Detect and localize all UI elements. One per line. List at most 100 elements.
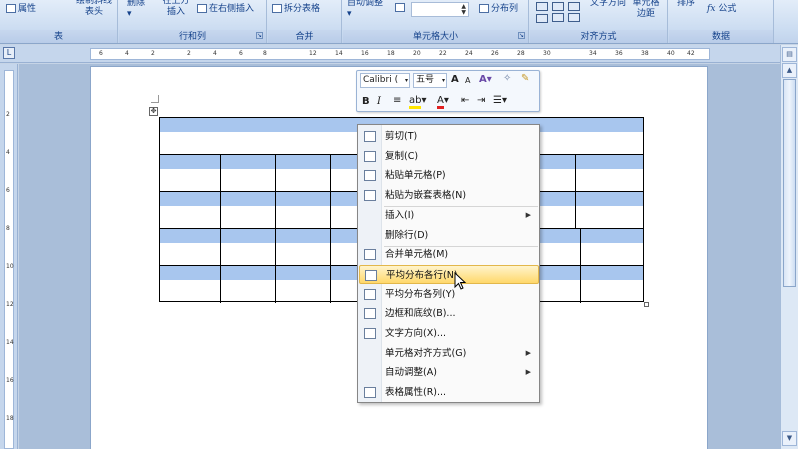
vertical-scrollbar[interactable]: ▤ ▲ ▼ <box>780 45 798 449</box>
draw-diagonal-header-button[interactable]: 绘制斜线表头 <box>74 0 114 18</box>
autofit-button[interactable]: 自动调整 ▾ <box>347 0 383 20</box>
dialog-launcher-icon[interactable]: ↘ <box>518 32 525 39</box>
center-align-icon[interactable]: ≡ <box>393 94 401 108</box>
vertical-ruler-tick-label: 6 <box>6 187 10 194</box>
vertical-ruler-tick-label: 16 <box>6 377 14 384</box>
font-color-button[interactable]: A▾ <box>437 94 449 109</box>
menu-item[interactable]: 剪切(T) <box>359 127 539 146</box>
table-cell-border <box>330 155 331 192</box>
paste-nested-icon <box>364 190 376 202</box>
vertical-ruler-tick-label: 18 <box>6 415 14 422</box>
align-top-center-icon[interactable] <box>552 2 564 11</box>
split-table-button[interactable]: 拆分表格 <box>272 4 320 15</box>
ribbon-group-rows-cols: 删除 ▾ 在上方插入 在右侧插入 行和列 ↘ <box>119 0 267 43</box>
menu-item[interactable]: 自动调整(A) ▶ <box>359 363 539 382</box>
sort-button[interactable]: 排序 <box>677 0 695 9</box>
scrollbar-thumb[interactable] <box>783 79 796 287</box>
ribbon-group-label: 行和列 <box>119 30 266 43</box>
row-height-input[interactable]: ▲ ▼ <box>411 2 469 17</box>
increase-indent-icon[interactable]: ⇥ <box>477 94 485 108</box>
ribbon-group-alignment: 文字方向 单元格边距 对齐方式 <box>530 0 668 43</box>
font-name-select[interactable]: Calibri (▾ <box>360 73 410 88</box>
decrease-indent-icon[interactable]: ⇤ <box>461 94 469 108</box>
align-middle-right-icon[interactable] <box>568 13 580 22</box>
table-move-handle-icon[interactable]: ✥ <box>149 107 158 116</box>
menu-item[interactable]: 粘贴为嵌套表格(N) <box>359 186 539 205</box>
table-cell-border <box>275 229 276 266</box>
vertical-ruler-tick-label: 14 <box>6 339 14 346</box>
ruler-track[interactable]: 6422468121416182022242628303436384042444… <box>90 48 710 60</box>
ruler-tick-label: 2 <box>187 50 191 57</box>
italic-button[interactable]: I <box>377 95 381 109</box>
menu-item[interactable]: 粘贴单元格(P) <box>359 166 539 185</box>
ruler-toggle-icon[interactable]: ▤ <box>782 47 797 62</box>
tab-selector-icon[interactable]: L <box>3 47 15 59</box>
paste-icon <box>364 170 376 182</box>
menu-item[interactable]: 平均分布各行(N) <box>359 264 539 284</box>
menu-item[interactable]: 平均分布各列(Y) <box>359 285 539 304</box>
vertical-ruler: 2468101214161820 <box>0 64 18 449</box>
ruler-tick-label: 12 <box>309 50 317 57</box>
scroll-up-icon[interactable]: ▲ <box>782 63 797 78</box>
dialog-launcher-icon[interactable]: ↘ <box>256 32 263 39</box>
vertical-ruler-tick-label: 12 <box>6 301 14 308</box>
ruler-tick-label: 18 <box>387 50 395 57</box>
table-cell-border <box>220 155 221 192</box>
insert-above-button[interactable]: 在上方插入 <box>161 0 191 18</box>
shrink-font-button[interactable]: A <box>465 74 470 88</box>
table-cell-border <box>220 229 221 266</box>
bold-button[interactable]: B <box>362 95 370 109</box>
cell-margins-button[interactable]: 单元格边距 <box>630 0 662 20</box>
table-cell-border <box>275 192 276 229</box>
font-size-select[interactable]: 五号 ▾ <box>413 73 447 88</box>
menu-item[interactable]: 表格属性(R)... <box>359 383 539 402</box>
ribbon-group-label: 数据 <box>669 30 773 43</box>
formula-button[interactable]: fx 公式 <box>707 4 736 15</box>
text-effects-button[interactable]: A▾ <box>479 73 492 87</box>
split-table-icon <box>272 4 282 13</box>
scissors-icon <box>364 131 376 142</box>
format-painter-icon[interactable]: ✧ <box>503 72 511 86</box>
menu-item[interactable]: 边框和底纹(B)... <box>359 304 539 323</box>
brush-icon[interactable]: ✎ <box>521 72 529 86</box>
align-middle-icon[interactable] <box>536 14 548 23</box>
menu-item-label: 单元格对齐方式(G) <box>385 347 467 359</box>
menu-item[interactable]: 删除行(D) <box>359 226 539 245</box>
distribute-columns-button[interactable]: 分布列 <box>479 4 518 15</box>
highlight-icon[interactable]: ab▾ <box>409 94 427 109</box>
menu-item[interactable]: 插入(I) ▶ <box>359 206 539 225</box>
menu-item[interactable]: 合并单元格(M) <box>359 245 539 264</box>
insert-right-button[interactable]: 在右侧插入 <box>197 4 254 15</box>
submenu-arrow-icon: ▶ <box>525 348 531 357</box>
properties-button[interactable]: 属性 <box>6 4 36 15</box>
align-center-icon[interactable] <box>552 13 564 22</box>
menu-item[interactable]: 单元格对齐方式(G) ▶ <box>359 344 539 363</box>
bullets-icon[interactable]: ☰▾ <box>493 94 507 108</box>
menu-item-label: 复制(C) <box>385 150 419 162</box>
menu-item[interactable]: 文字方向(X)... <box>359 324 539 343</box>
ribbon-group-label: 单元格大小 <box>343 30 528 43</box>
ruler-tick-label: 16 <box>361 50 369 57</box>
delete-button[interactable]: 删除 ▾ <box>127 0 145 20</box>
mouse-pointer-icon <box>454 272 467 290</box>
menu-item-label: 文字方向(X)... <box>385 328 446 339</box>
menu-item[interactable]: 复制(C) <box>359 147 539 166</box>
ribbon-group-table: 属性 绘制斜线表头 表 <box>0 0 118 43</box>
scroll-down-icon[interactable]: ▼ <box>782 431 797 446</box>
ruler-tick-label: 36 <box>615 50 623 57</box>
ruler-tick-label: 34 <box>589 50 597 57</box>
ribbon-group-label: 对齐方式 <box>530 30 667 43</box>
table-cell-border <box>330 266 331 303</box>
vertical-ruler-track[interactable]: 2468101214161820 <box>4 70 14 449</box>
ruler-tick-label: 26 <box>491 50 499 57</box>
text-direction-button[interactable]: 文字方向 <box>590 0 626 9</box>
menu-item-label: 粘贴为嵌套表格(N) <box>385 190 467 202</box>
align-top-right-icon[interactable] <box>568 2 580 11</box>
insert-right-icon <box>197 4 207 13</box>
distribute-columns-icon <box>479 4 489 13</box>
table-resize-handle[interactable] <box>644 302 649 307</box>
menu-item-label: 粘贴单元格(P) <box>385 170 446 182</box>
grow-font-button[interactable]: A <box>451 73 459 87</box>
align-top-icon[interactable] <box>536 2 548 11</box>
ruler-tick-label: 40 <box>667 50 675 57</box>
